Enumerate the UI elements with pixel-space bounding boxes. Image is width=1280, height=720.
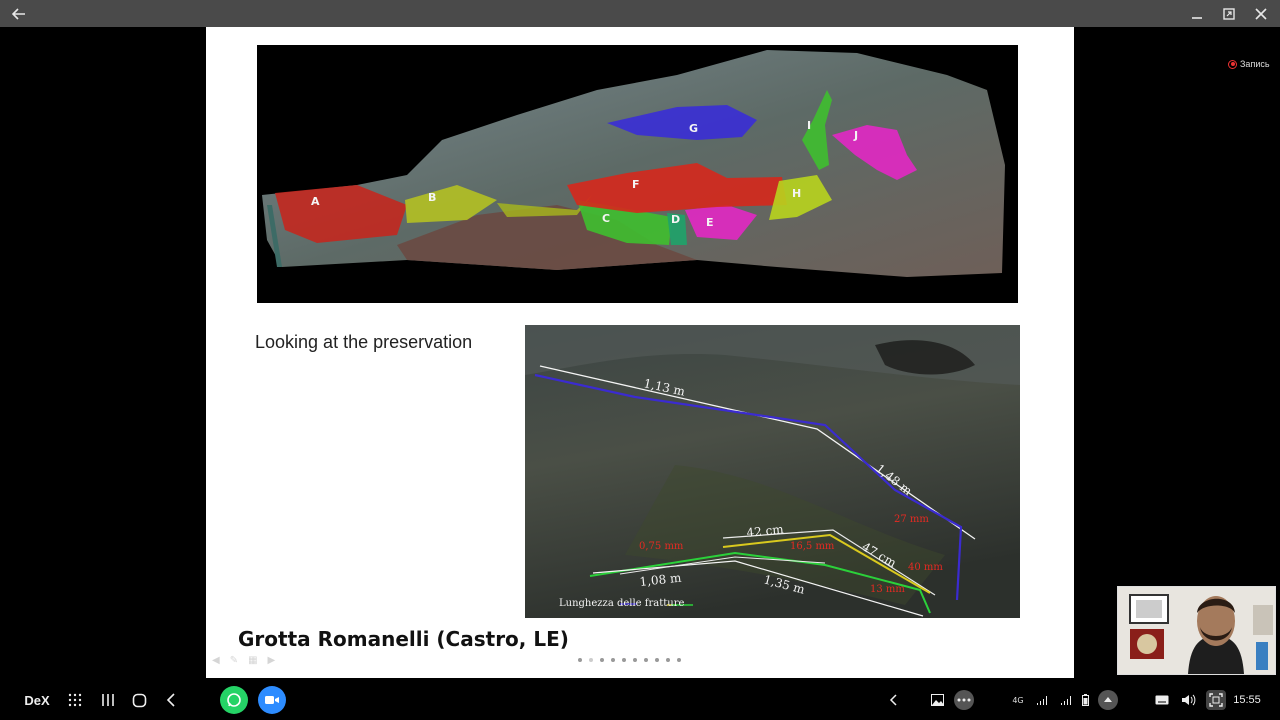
cave-model-photo: A B C D E F G H I J [257, 45, 1018, 303]
dex-logo[interactable]: DeX [22, 680, 52, 720]
zoom-icon [258, 686, 286, 714]
volume-icon [1181, 694, 1195, 706]
page-dot[interactable] [611, 658, 615, 662]
fracture-caption: Lunghezza delle fratture [559, 598, 684, 609]
keyboard-icon [1155, 695, 1169, 705]
arrow-left-icon [12, 7, 25, 20]
page-dot[interactable] [622, 658, 626, 662]
apps-grid-button[interactable] [64, 680, 86, 720]
slide-title: Grotta Romanelli (Castro, LE) [238, 627, 569, 651]
recording-indicator: Запись [1228, 59, 1270, 69]
measure-label: 16,5 mm [790, 541, 835, 552]
maximize-button[interactable] [1214, 0, 1244, 27]
minimize-button[interactable] [1182, 0, 1212, 27]
pen-icon[interactable]: ✎ [230, 655, 238, 666]
measure-label: 27 mm [894, 514, 929, 525]
screen-capture-icon [1206, 690, 1226, 710]
close-button[interactable] [1246, 0, 1276, 27]
nav-back-button[interactable] [160, 680, 182, 720]
network-type: 4G [1012, 695, 1024, 705]
measure-label: 13 mm [870, 584, 905, 595]
quick-panel-button[interactable] [1097, 680, 1119, 720]
page-dot[interactable] [633, 658, 637, 662]
page-dot[interactable] [578, 658, 582, 662]
slideshow-toolbar[interactable]: ◀ ✎ ▦ ▶ [212, 655, 275, 666]
gallery-notification[interactable] [928, 680, 946, 720]
whatsapp-icon [220, 686, 248, 714]
recording-label: Запись [1240, 59, 1270, 69]
minimize-icon [1192, 16, 1202, 19]
slide-page-dots [578, 658, 681, 662]
back-chevron-icon [166, 693, 175, 707]
region-label: A [311, 195, 320, 208]
recent-apps-button[interactable] [97, 680, 119, 720]
window-titlebar [0, 0, 1280, 27]
next-slide-icon[interactable]: ▶ [268, 655, 276, 666]
webcam-video[interactable] [1117, 586, 1276, 675]
clock: 15:55 [1233, 694, 1261, 706]
chevron-left-icon [889, 694, 897, 706]
battery [1080, 680, 1090, 720]
region-label: C [602, 212, 610, 225]
battery-icon [1081, 694, 1089, 706]
region-label: J [853, 129, 858, 142]
home-button[interactable] [128, 680, 150, 720]
page-dot[interactable] [677, 658, 681, 662]
region-label: I [807, 119, 811, 132]
region-label: G [689, 122, 698, 135]
slides-grid-icon[interactable]: ▦ [248, 655, 257, 666]
volume-button[interactable] [1179, 680, 1197, 720]
whatsapp-app[interactable] [219, 680, 249, 720]
recent-apps-icon [102, 694, 114, 706]
maximize-icon [1223, 7, 1235, 20]
fracture-photo: 1,13 m 1,48 m 42 cm 47 cm 1,08 m 1,35 m … [525, 325, 1020, 618]
screenshot-button[interactable] [1204, 680, 1228, 720]
signal-2 [1058, 680, 1072, 720]
page-dot[interactable] [666, 658, 670, 662]
keyboard-button[interactable] [1153, 680, 1171, 720]
measure-label: 40 mm [908, 562, 943, 573]
record-icon [1228, 59, 1237, 69]
more-icon [954, 690, 974, 710]
presentation-slide: A B C D E F G H I J Looking at the prese… [206, 27, 1074, 678]
participant-video [1118, 587, 1275, 674]
slide-text: Looking at the preservation [255, 332, 473, 352]
page-dot[interactable] [600, 658, 604, 662]
region-label: D [671, 213, 680, 226]
page-dot[interactable] [644, 658, 648, 662]
signal-icon [1036, 695, 1047, 705]
home-icon [132, 693, 146, 707]
chevron-up-icon [1098, 690, 1118, 710]
signal-icon [1060, 695, 1071, 705]
back-button[interactable] [4, 0, 34, 27]
close-icon [1255, 7, 1267, 20]
region-label: F [632, 178, 640, 191]
image-icon [930, 694, 944, 706]
more-notifications-button[interactable] [953, 680, 975, 720]
prev-slide-icon[interactable]: ◀ [212, 655, 220, 666]
zoom-app[interactable] [257, 680, 287, 720]
region-label: B [428, 191, 436, 204]
signal-1 [1034, 680, 1048, 720]
region-label: H [792, 187, 801, 200]
page-dot[interactable] [655, 658, 659, 662]
measure-label: 0,75 mm [639, 541, 684, 552]
tray-collapse-button[interactable] [884, 680, 904, 720]
apps-grid-icon [68, 693, 82, 707]
page-dot[interactable] [589, 658, 593, 662]
region-label: E [706, 216, 714, 229]
